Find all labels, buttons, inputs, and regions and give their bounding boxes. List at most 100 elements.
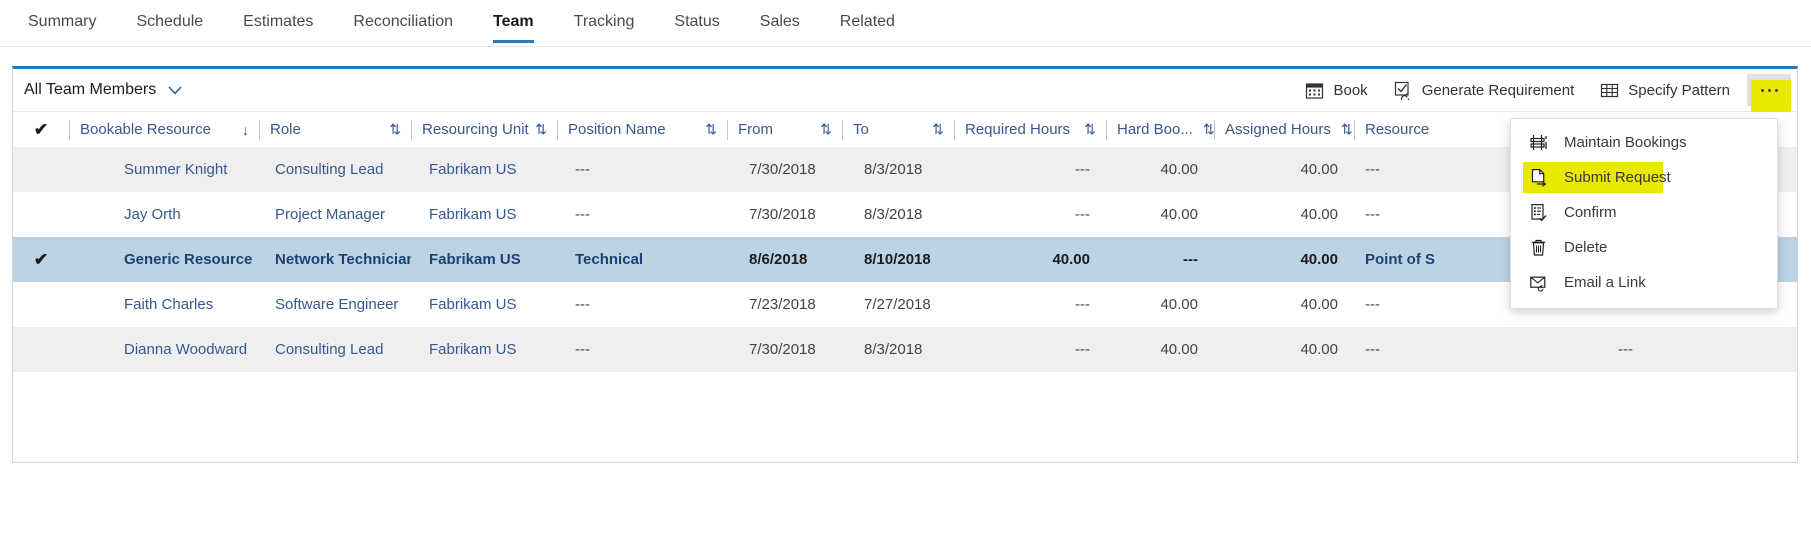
cell-to: 8/10/2018 bbox=[842, 237, 954, 282]
tab-label: Team bbox=[493, 13, 534, 30]
tab-schedule[interactable]: Schedule bbox=[116, 0, 223, 43]
row-select-checkbox[interactable] bbox=[13, 147, 69, 192]
tab-team[interactable]: Team bbox=[473, 0, 554, 43]
specify-pattern-label: Specify Pattern bbox=[1628, 82, 1730, 99]
cell-assigned-hours: 40.00 bbox=[1214, 282, 1354, 327]
row-select-checkbox[interactable]: ✔ bbox=[13, 237, 69, 282]
specify-pattern-button[interactable]: Specify Pattern bbox=[1587, 74, 1743, 106]
column-header-to[interactable]: To ⇅ bbox=[842, 112, 954, 148]
column-header-role[interactable]: Role ⇅ bbox=[259, 112, 411, 148]
cell-required-hours: --- bbox=[954, 147, 1106, 192]
tab-label: Schedule bbox=[136, 13, 203, 30]
cell-bookable-resource[interactable]: Faith Charles bbox=[69, 282, 259, 327]
cell-role[interactable]: Software Engineer bbox=[259, 282, 411, 327]
sort-indicator-icon: ⇅ bbox=[1203, 121, 1215, 138]
tab-sales[interactable]: Sales bbox=[740, 0, 820, 43]
cell-hard-booked-hours: 40.00 bbox=[1106, 282, 1214, 327]
cell-role[interactable]: Consulting Lead bbox=[259, 147, 411, 192]
cell-role[interactable]: Network Technician bbox=[259, 237, 411, 282]
tab-summary[interactable]: Summary bbox=[8, 0, 116, 43]
view-selector[interactable]: All Team Members bbox=[13, 80, 182, 100]
cell-from: 7/30/2018 bbox=[727, 327, 842, 372]
cell-required-hours: 40.00 bbox=[954, 237, 1106, 282]
checkmark-icon: ✔ bbox=[34, 250, 48, 270]
chevron-down-icon bbox=[168, 86, 182, 95]
column-label: Bookable Resource bbox=[80, 121, 232, 138]
subgrid-command-bar: All Team Members Book bbox=[13, 69, 1797, 111]
cell-from: 7/30/2018 bbox=[727, 192, 842, 237]
cell-resourcing-unit[interactable]: Fabrikam US bbox=[411, 327, 557, 372]
book-button[interactable]: Book bbox=[1292, 74, 1380, 106]
cell-hard-booked-hours: --- bbox=[1106, 237, 1214, 282]
checkmark-icon: ✔ bbox=[34, 120, 48, 140]
column-header-hard-booked-hours[interactable]: Hard Boo... ⇅ bbox=[1106, 112, 1214, 148]
cell-bookable-resource[interactable]: Summer Knight bbox=[69, 147, 259, 192]
cell-resourcing-unit[interactable]: Fabrikam US bbox=[411, 237, 557, 282]
cell-to: 8/3/2018 bbox=[842, 147, 954, 192]
cell-from: 7/30/2018 bbox=[727, 147, 842, 192]
overflow-context-menu: Maintain Bookings Submit Request bbox=[1510, 118, 1778, 309]
column-label: To bbox=[853, 121, 869, 138]
tab-reconciliation[interactable]: Reconciliation bbox=[333, 0, 473, 43]
menu-item-delete[interactable]: Delete bbox=[1511, 230, 1777, 265]
cell-resourcing-unit[interactable]: Fabrikam US bbox=[411, 282, 557, 327]
cell-assigned-hours: 40.00 bbox=[1214, 237, 1354, 282]
cell-position-name: --- bbox=[557, 147, 727, 192]
cell-assigned-hours: 40.00 bbox=[1214, 192, 1354, 237]
menu-item-label: Maintain Bookings bbox=[1564, 134, 1687, 151]
sort-indicator-icon: ⇅ bbox=[389, 121, 401, 138]
calendar-icon bbox=[1305, 81, 1324, 100]
tab-label: Reconciliation bbox=[353, 13, 453, 30]
column-header-position-name[interactable]: Position Name ⇅ bbox=[557, 112, 727, 148]
more-commands-button[interactable] bbox=[1747, 74, 1791, 106]
cell-from: 7/23/2018 bbox=[727, 282, 842, 327]
tab-label: Tracking bbox=[574, 13, 635, 30]
sort-indicator-icon: ⇅ bbox=[1084, 121, 1096, 138]
grid-empty-space bbox=[13, 372, 1797, 410]
cell-resourcing-unit[interactable]: Fabrikam US bbox=[411, 192, 557, 237]
select-all-header[interactable]: ✔ bbox=[13, 112, 69, 148]
tab-related[interactable]: Related bbox=[820, 0, 915, 43]
column-header-bookable-resource[interactable]: Bookable Resource ↓ bbox=[69, 112, 259, 148]
cell-required-hours: --- bbox=[954, 192, 1106, 237]
menu-item-confirm[interactable]: Confirm bbox=[1511, 195, 1777, 230]
cell-bookable-resource[interactable]: Jay Orth bbox=[69, 192, 259, 237]
view-name-label: All Team Members bbox=[24, 80, 156, 100]
cell-to: 8/3/2018 bbox=[842, 327, 954, 372]
tab-estimates[interactable]: Estimates bbox=[223, 0, 333, 43]
tab-tracking[interactable]: Tracking bbox=[554, 0, 655, 43]
form-tab-strip: Summary Schedule Estimates Reconciliatio… bbox=[0, 0, 1811, 47]
cell-bookable-resource[interactable]: Dianna Woodward bbox=[69, 327, 259, 372]
table-row[interactable]: Dianna Woodward Consulting Lead Fabrikam… bbox=[13, 327, 1797, 372]
row-select-checkbox[interactable] bbox=[13, 192, 69, 237]
row-select-checkbox[interactable] bbox=[13, 282, 69, 327]
cell-role[interactable]: Consulting Lead bbox=[259, 327, 411, 372]
generate-requirement-label: Generate Requirement bbox=[1422, 82, 1575, 99]
menu-item-email-a-link[interactable]: Email a Link bbox=[1511, 265, 1777, 300]
command-actions: Book Generate Requirement bbox=[1292, 74, 1797, 106]
cell-assigned-hours: 40.00 bbox=[1214, 327, 1354, 372]
cell-bookable-resource[interactable]: Generic Resource bbox=[69, 237, 259, 282]
tab-label: Summary bbox=[28, 13, 96, 30]
cell-role[interactable]: Project Manager bbox=[259, 192, 411, 237]
submit-request-icon bbox=[1529, 168, 1548, 187]
column-label: Role bbox=[270, 121, 389, 138]
column-label: Required Hours bbox=[965, 121, 1074, 138]
menu-item-label: Submit Request bbox=[1564, 169, 1671, 186]
column-header-required-hours[interactable]: Required Hours ⇅ bbox=[954, 112, 1106, 148]
tab-status[interactable]: Status bbox=[654, 0, 739, 43]
menu-item-label: Confirm bbox=[1564, 204, 1617, 221]
menu-item-submit-request[interactable]: Submit Request bbox=[1511, 160, 1777, 195]
row-select-checkbox[interactable] bbox=[13, 327, 69, 372]
column-header-resourcing-unit[interactable]: Resourcing Unit ⇅ bbox=[411, 112, 557, 148]
menu-item-maintain-bookings[interactable]: Maintain Bookings bbox=[1511, 125, 1777, 160]
tab-label: Related bbox=[840, 13, 895, 30]
cell-to: 7/27/2018 bbox=[842, 282, 954, 327]
column-header-assigned-hours[interactable]: Assigned Hours ⇅ bbox=[1214, 112, 1354, 148]
generate-requirement-button[interactable]: Generate Requirement bbox=[1381, 74, 1588, 106]
team-grid-page: Summary Schedule Estimates Reconciliatio… bbox=[0, 0, 1811, 542]
cell-resourcing-unit[interactable]: Fabrikam US bbox=[411, 147, 557, 192]
column-header-from[interactable]: From ⇅ bbox=[727, 112, 842, 148]
sort-indicator-icon: ⇅ bbox=[705, 121, 717, 138]
cell-trailing: --- bbox=[1544, 327, 1754, 372]
